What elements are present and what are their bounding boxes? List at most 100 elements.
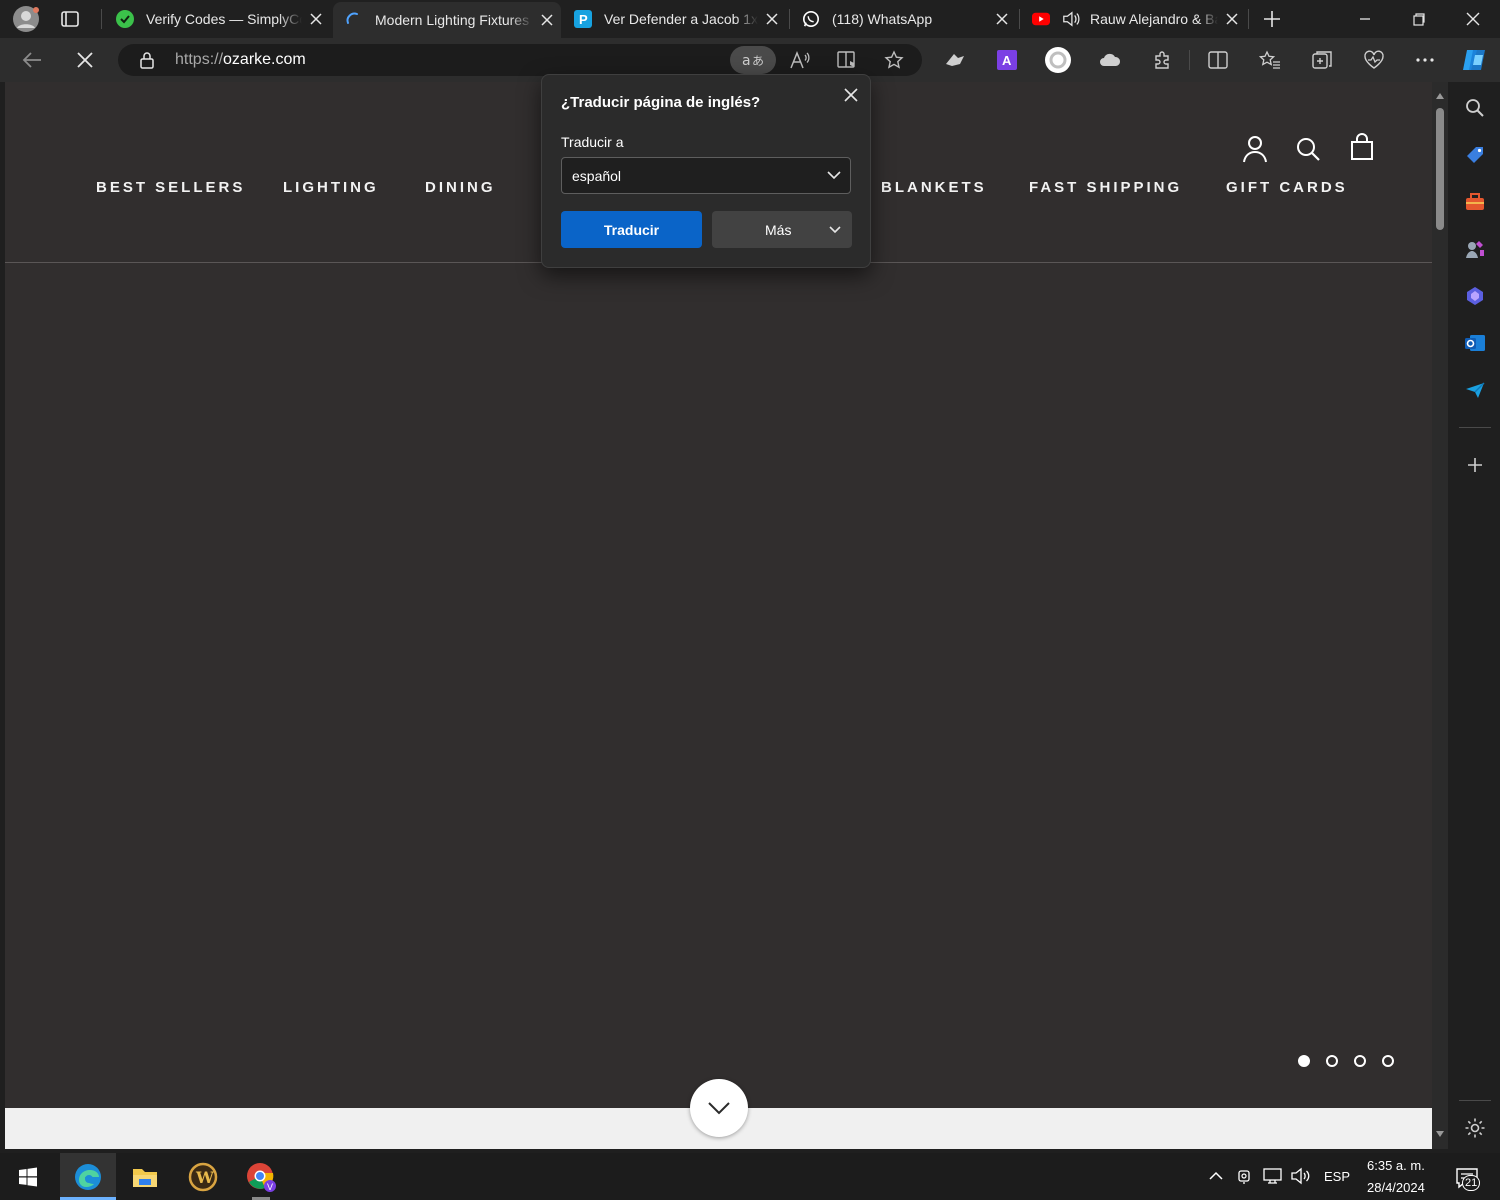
- svg-text:あ: あ: [752, 54, 764, 68]
- close-window-icon[interactable]: [1463, 9, 1483, 29]
- close-tab-icon[interactable]: [988, 5, 1016, 33]
- target-language-select[interactable]: español: [561, 157, 851, 194]
- carousel-dot[interactable]: [1354, 1055, 1366, 1067]
- extension-bird-icon[interactable]: [944, 49, 966, 71]
- copilot-icon[interactable]: [1460, 46, 1490, 74]
- extension-cloud-icon[interactable]: [1099, 49, 1121, 71]
- scroll-down-arrow-icon[interactable]: [1435, 1130, 1445, 1138]
- sidebar-games-icon[interactable]: [1462, 236, 1488, 262]
- start-icon[interactable]: [0, 1153, 56, 1200]
- loading-spinner-icon: [345, 11, 363, 29]
- close-tab-icon[interactable]: [1218, 5, 1246, 33]
- close-tab-icon[interactable]: [533, 6, 561, 34]
- sidebar-add-icon[interactable]: [1462, 452, 1488, 478]
- sidebar-search-icon[interactable]: [1462, 95, 1488, 121]
- input-language[interactable]: ESP: [1324, 1169, 1350, 1184]
- sidebar-shopping-tag-icon[interactable]: [1462, 142, 1488, 168]
- svg-text:V: V: [267, 1182, 273, 1192]
- chevron-down-icon: [826, 170, 842, 180]
- nav-dining[interactable]: DINING: [425, 179, 496, 196]
- tab-modern-lighting[interactable]: Modern Lighting Fixtures: [333, 2, 561, 38]
- extensions-puzzle-icon[interactable]: [1151, 49, 1173, 71]
- tab-strip: Verify Codes — SimplyCodes Modern Lighti…: [0, 0, 1500, 38]
- sidebar-outlook-icon[interactable]: [1462, 330, 1488, 356]
- stop-loading-icon[interactable]: [74, 49, 96, 71]
- translate-to-label: Traducir a: [561, 134, 624, 150]
- chevron-down-icon: [828, 225, 842, 234]
- sidebar-send-icon[interactable]: [1462, 377, 1488, 403]
- selected-language: español: [572, 168, 622, 184]
- file-explorer-icon[interactable]: [117, 1153, 173, 1200]
- close-tab-icon[interactable]: [302, 5, 330, 33]
- translate-dialog: ¿Traducir página de inglés? Traducir a e…: [541, 74, 871, 268]
- extension-a-icon[interactable]: A: [996, 49, 1018, 71]
- more-options-button[interactable]: Más: [712, 211, 852, 248]
- audio-playing-icon[interactable]: [1062, 10, 1080, 28]
- page-scrollbar[interactable]: [1432, 82, 1448, 1149]
- tab-title: (118) WhatsApp: [832, 11, 933, 27]
- notification-count-badge: 21: [1462, 1175, 1481, 1191]
- favorites-icon[interactable]: [1259, 49, 1281, 71]
- clock-date[interactable]: 28/4/2024: [1367, 1180, 1425, 1195]
- carousel-dot[interactable]: [1326, 1055, 1338, 1067]
- cart-bag-icon[interactable]: [1348, 132, 1376, 162]
- close-tab-icon[interactable]: [758, 5, 786, 33]
- favorite-star-icon[interactable]: [883, 49, 905, 71]
- tab-simplycodes[interactable]: Verify Codes — SimplyCodes: [104, 2, 330, 36]
- close-icon[interactable]: [839, 83, 863, 107]
- scrollbar-thumb[interactable]: [1436, 108, 1444, 230]
- browser-essentials-icon[interactable]: [1363, 49, 1385, 71]
- carousel-dot[interactable]: [1382, 1055, 1394, 1067]
- back-icon[interactable]: [20, 49, 44, 71]
- read-aloud-icon[interactable]: [789, 49, 811, 71]
- tab-youtube[interactable]: Rauw Alejandro & Bad Bunny: [1020, 2, 1246, 36]
- tab-title: Modern Lighting Fixtures: [375, 12, 530, 28]
- network-icon[interactable]: [1262, 1167, 1284, 1185]
- extension-circle-icon[interactable]: [1044, 46, 1072, 74]
- nav-best-sellers[interactable]: BEST SELLERS: [96, 179, 245, 196]
- collections-icon[interactable]: [1311, 49, 1333, 71]
- nav-fast-shipping[interactable]: FAST SHIPPING: [1029, 179, 1182, 196]
- immersive-reader-icon[interactable]: [836, 49, 858, 71]
- translate-button[interactable]: Traducir: [561, 211, 702, 248]
- translate-icon[interactable]: aあ: [730, 46, 776, 74]
- volume-icon[interactable]: [1290, 1167, 1312, 1185]
- lock-icon[interactable]: [138, 51, 156, 69]
- url-text[interactable]: https://ozarke.com: [175, 51, 306, 69]
- scroll-down-button[interactable]: [690, 1079, 748, 1137]
- warcraft-icon[interactable]: W: [175, 1153, 231, 1200]
- address-bar[interactable]: https://ozarke.com aあ: [118, 44, 922, 76]
- tab-defender[interactable]: P Ver Defender a Jacob 1x: [562, 2, 786, 36]
- profile-avatar-icon[interactable]: [12, 5, 40, 33]
- search-icon[interactable]: [1294, 134, 1322, 164]
- tab-title: Ver Defender a Jacob 1x: [604, 11, 758, 27]
- minimize-icon[interactable]: [1355, 9, 1375, 29]
- chrome-icon[interactable]: V: [233, 1153, 289, 1200]
- sidebar-copilot-designer-icon[interactable]: [1462, 283, 1488, 309]
- notifications-icon[interactable]: 21: [1450, 1165, 1484, 1191]
- chevron-down-icon: [707, 1101, 731, 1115]
- clock-time[interactable]: 6:35 a. m.: [1367, 1158, 1425, 1173]
- restore-icon[interactable]: [1409, 9, 1429, 29]
- sidebar-settings-icon[interactable]: [1462, 1115, 1488, 1141]
- tab-title: Rauw Alejandro & Bad Bunny: [1090, 11, 1218, 27]
- tab-actions-icon[interactable]: [60, 9, 80, 29]
- more-options-icon[interactable]: [1414, 49, 1436, 71]
- show-hidden-icons-icon[interactable]: [1207, 1167, 1225, 1185]
- nav-lighting[interactable]: LIGHTING: [283, 179, 379, 196]
- youtube-icon: [1032, 10, 1050, 28]
- tab-whatsapp[interactable]: (118) WhatsApp: [790, 2, 1016, 36]
- account-icon[interactable]: [1241, 134, 1269, 164]
- nav-gift-cards[interactable]: GIFT CARDS: [1226, 179, 1348, 196]
- sidebar-divider: [1459, 1100, 1491, 1101]
- carousel-dot[interactable]: [1298, 1055, 1310, 1067]
- meet-now-icon[interactable]: [1235, 1167, 1255, 1185]
- new-tab-icon[interactable]: [1262, 9, 1282, 29]
- windows-taskbar: W V ESP 6:35 a. m. 28/4/2024 21: [0, 1153, 1500, 1200]
- scroll-up-arrow-icon[interactable]: [1435, 92, 1445, 100]
- split-screen-icon[interactable]: [1207, 49, 1229, 71]
- edge-icon[interactable]: [60, 1153, 116, 1200]
- nav-blankets[interactable]: BLANKETS: [881, 179, 987, 196]
- sidebar-tools-icon[interactable]: [1462, 189, 1488, 215]
- svg-text:P: P: [579, 12, 588, 27]
